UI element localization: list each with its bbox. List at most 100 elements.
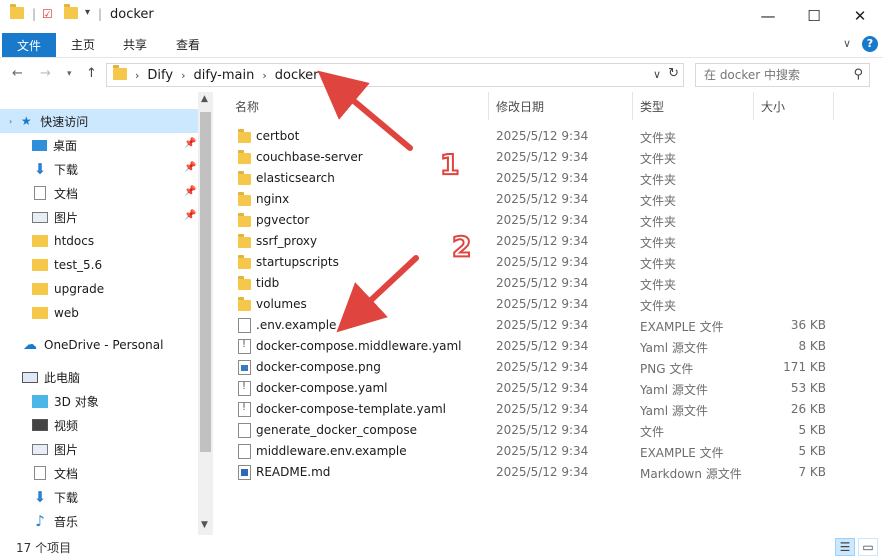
- nav-item-desktop[interactable]: 桌面: [32, 133, 77, 157]
- nav-item-pc-downloads[interactable]: ⬇ 下载: [32, 485, 78, 509]
- pin-icon[interactable]: 📌: [184, 186, 196, 197]
- tab-share[interactable]: 共享: [123, 36, 147, 53]
- nav-item-music[interactable]: ♪ 音乐: [32, 509, 78, 533]
- file-row[interactable]: pgvector 2025/5/12 9:34 文件夹: [221, 210, 883, 231]
- column-divider[interactable]: [632, 92, 633, 120]
- column-divider[interactable]: [753, 92, 754, 120]
- large-icons-view-icon[interactable]: ▭: [858, 538, 878, 556]
- file-row[interactable]: docker-compose-template.yaml 2025/5/12 9:…: [221, 399, 883, 420]
- refresh-icon[interactable]: ↻: [668, 66, 679, 81]
- nav-label: htdocs: [54, 234, 95, 248]
- column-header-type[interactable]: 类型: [640, 92, 664, 120]
- nav-item-web[interactable]: web: [32, 301, 79, 325]
- column-divider[interactable]: [488, 92, 489, 120]
- file-name: volumes: [256, 297, 307, 311]
- nav-item-pc-documents[interactable]: 文档: [32, 461, 78, 485]
- scroll-down-icon[interactable]: ▼: [201, 520, 208, 530]
- file-row[interactable]: docker-compose.png 2025/5/12 9:34 PNG 文件 17…: [221, 357, 883, 378]
- videos-icon: [32, 419, 48, 431]
- address-bar[interactable]: › Dify › dify-main › docker ∨ ↻: [106, 63, 684, 87]
- file-row[interactable]: .env.example 2025/5/12 9:34 EXAMPLE 文件 36 K…: [221, 315, 883, 336]
- nav-quick-access[interactable]: › ★ 快速访问: [9, 109, 88, 133]
- breadcrumb-docker[interactable]: docker: [275, 68, 319, 83]
- new-folder-icon[interactable]: [64, 4, 78, 19]
- ribbon-collapse-icon[interactable]: ∨: [843, 37, 851, 50]
- details-view-icon[interactable]: ☰: [835, 538, 855, 556]
- address-dropdown-icon[interactable]: ∨: [653, 68, 661, 81]
- file-row[interactable]: generate_docker_compose 2025/5/12 9:34 文件 5…: [221, 420, 883, 441]
- file-row[interactable]: ssrf_proxy 2025/5/12 9:34 文件夹: [221, 231, 883, 252]
- document-icon: [34, 186, 46, 200]
- nav-label: OneDrive - Personal: [44, 338, 164, 352]
- recent-locations-icon[interactable]: ▾: [67, 69, 72, 79]
- file-row[interactable]: middleware.env.example 2025/5/12 9:34 EXAM…: [221, 441, 883, 462]
- breadcrumb-separator[interactable]: ›: [181, 69, 185, 82]
- file-row[interactable]: docker-compose.yaml 2025/5/12 9:34 Yaml 源文…: [221, 378, 883, 399]
- minimize-button[interactable]: —: [745, 0, 791, 31]
- pin-icon[interactable]: 📌: [184, 210, 196, 221]
- tab-file[interactable]: 文件: [2, 33, 56, 57]
- search-input[interactable]: [704, 64, 854, 86]
- nav-this-pc[interactable]: 此电脑: [22, 365, 80, 389]
- nav-scrollbar-thumb[interactable]: [200, 112, 211, 452]
- file-size: 5 KB: [798, 444, 826, 458]
- file-name: nginx: [256, 192, 290, 206]
- nav-item-documents[interactable]: 文档: [32, 181, 78, 205]
- nav-item-upgrade[interactable]: upgrade: [32, 277, 104, 301]
- nav-item-pictures[interactable]: 图片: [32, 205, 78, 229]
- column-header-date[interactable]: 修改日期: [496, 92, 544, 120]
- nav-onedrive[interactable]: ☁ OneDrive - Personal: [22, 333, 163, 357]
- nav-label: 视频: [54, 418, 79, 433]
- file-row[interactable]: tidb 2025/5/12 9:34 文件夹: [221, 273, 883, 294]
- doc-file-icon: [238, 444, 251, 459]
- breadcrumb-dify[interactable]: Dify: [147, 68, 173, 83]
- file-row[interactable]: nginx 2025/5/12 9:34 文件夹: [221, 189, 883, 210]
- pin-icon[interactable]: 📌: [184, 138, 196, 149]
- maximize-button[interactable]: ☐: [791, 0, 837, 31]
- nav-label: test_5.6: [54, 258, 103, 272]
- pin-icon[interactable]: 📌: [184, 162, 196, 173]
- nav-label: 音乐: [54, 514, 79, 529]
- help-icon[interactable]: ?: [862, 36, 878, 52]
- properties-icon[interactable]: ☑: [42, 7, 53, 21]
- folder-icon: [32, 259, 48, 271]
- close-button[interactable]: ✕: [837, 0, 883, 31]
- file-row[interactable]: README.md 2025/5/12 9:34 Markdown 源文件 7 KB: [221, 462, 883, 483]
- nav-item-test[interactable]: test_5.6: [32, 253, 102, 277]
- tab-view[interactable]: 查看: [176, 36, 200, 53]
- customize-toolbar-icon[interactable]: ▾: [85, 7, 90, 18]
- search-box[interactable]: ⚲: [695, 63, 870, 87]
- nav-item-pc-pictures[interactable]: 图片: [32, 437, 78, 461]
- file-row[interactable]: couchbase-server 2025/5/12 9:34 文件夹: [221, 147, 883, 168]
- breadcrumb-separator[interactable]: ›: [262, 69, 266, 82]
- file-type: 文件夹: [640, 215, 677, 229]
- file-row[interactable]: elasticsearch 2025/5/12 9:34 文件夹: [221, 168, 883, 189]
- column-header-name[interactable]: 名称: [235, 92, 259, 120]
- column-header-size[interactable]: 大小: [761, 92, 785, 120]
- file-date: 2025/5/12 9:34: [496, 213, 589, 227]
- file-row[interactable]: volumes 2025/5/12 9:34 文件夹: [221, 294, 883, 315]
- nav-item-htdocs[interactable]: htdocs: [32, 229, 94, 253]
- cloud-icon: ☁: [23, 337, 37, 353]
- file-name: tidb: [256, 276, 280, 290]
- scroll-up-icon[interactable]: ▲: [201, 94, 208, 104]
- nav-item-3d-objects[interactable]: 3D 对象: [32, 389, 99, 413]
- forward-icon[interactable]: →: [40, 66, 51, 81]
- file-row[interactable]: docker-compose.middleware.yaml 2025/5/12 …: [221, 336, 883, 357]
- expand-icon[interactable]: ›: [9, 117, 12, 126]
- breadcrumb-dify-main[interactable]: dify-main: [193, 68, 254, 83]
- desktop-icon: [32, 139, 47, 151]
- breadcrumb-separator[interactable]: ›: [135, 69, 139, 82]
- file-row[interactable]: startupscripts 2025/5/12 9:34 文件夹: [221, 252, 883, 273]
- file-row[interactable]: certbot 2025/5/12 9:34 文件夹: [221, 126, 883, 147]
- nav-item-downloads[interactable]: ⬇ 下载: [32, 157, 78, 181]
- file-size: 36 KB: [790, 318, 826, 332]
- tab-home[interactable]: 主页: [71, 36, 95, 53]
- folder-icon: [238, 150, 251, 164]
- nav-item-videos[interactable]: 视频: [32, 413, 78, 437]
- back-icon[interactable]: ←: [12, 66, 23, 81]
- column-divider[interactable]: [833, 92, 834, 120]
- search-icon: ⚲: [853, 67, 863, 82]
- up-icon[interactable]: ↑: [86, 66, 97, 81]
- folder-icon: [238, 276, 251, 290]
